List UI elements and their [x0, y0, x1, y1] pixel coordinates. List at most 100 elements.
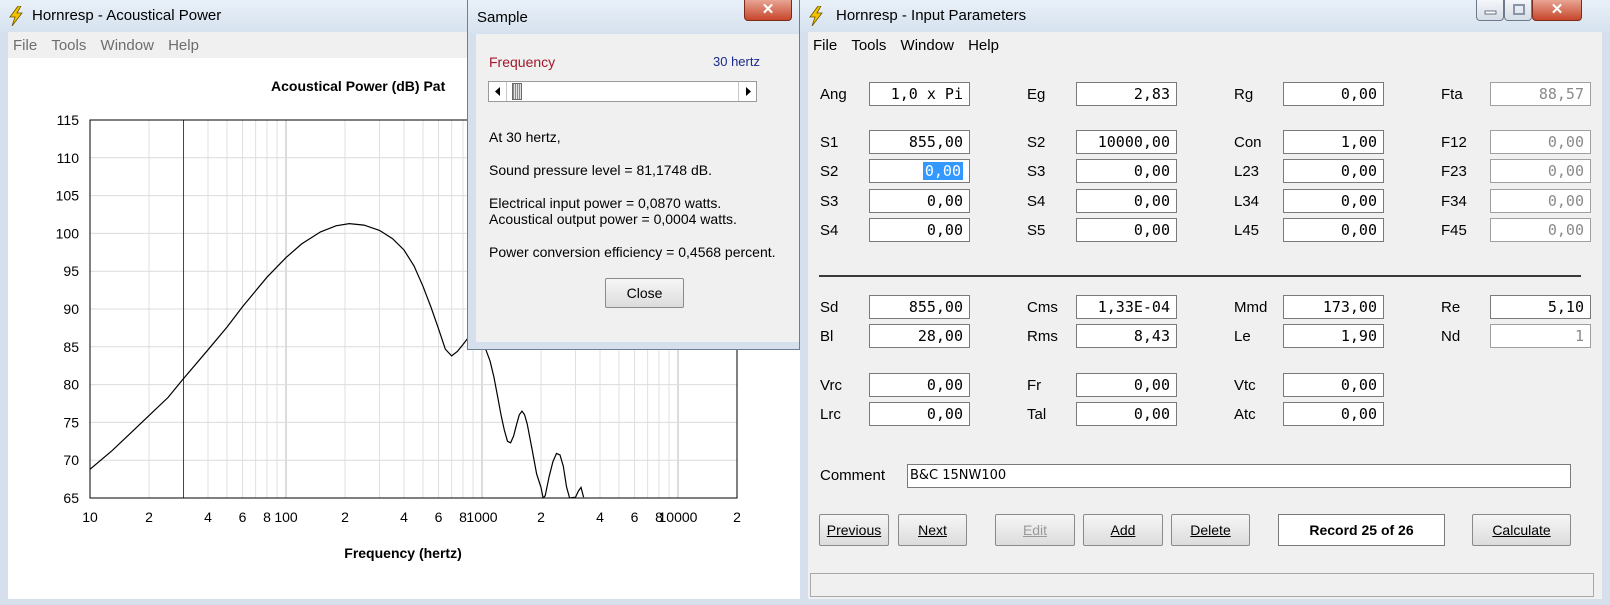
param-label-bl: Bl	[820, 328, 834, 345]
chevron-right-icon	[746, 87, 751, 96]
y-tick-label: 90	[63, 301, 79, 317]
param-field-s2[interactable]: 10000,00	[1076, 130, 1177, 154]
param-field-s3[interactable]: 0,00	[1076, 159, 1177, 183]
param-field-tal[interactable]: 0,00	[1076, 402, 1177, 426]
edit-button[interactable]: Edit	[995, 514, 1075, 546]
param-field-l34[interactable]: 0,00	[1283, 189, 1384, 213]
add-button[interactable]: Add	[1083, 514, 1163, 546]
close-icon: ✕	[761, 1, 775, 18]
param-field-re[interactable]: 5,10	[1490, 295, 1591, 319]
y-tick-label: 95	[63, 263, 79, 279]
param-field-le[interactable]: 1,90	[1283, 324, 1384, 348]
menu-help[interactable]: Help	[163, 32, 204, 54]
param-field-nd: 1	[1490, 324, 1591, 348]
param-label-s3: S3	[820, 193, 839, 210]
param-field-rms[interactable]: 8,43	[1076, 324, 1177, 348]
param-label-ang: Ang	[820, 86, 847, 103]
param-label-f23: F23	[1441, 163, 1467, 180]
y-tick-label: 105	[56, 188, 80, 204]
menu-window[interactable]: Window	[96, 32, 159, 54]
param-field-atc[interactable]: 0,00	[1283, 402, 1384, 426]
sample-titlebar[interactable]: Sample ✕	[468, 0, 799, 34]
param-value: 1,0 x Pi	[890, 85, 963, 103]
close-icon: ✕	[1550, 1, 1564, 18]
param-value: 8,43	[1133, 327, 1170, 345]
param-field-f45: 0,00	[1490, 218, 1591, 242]
param-value: 0,00	[926, 221, 963, 239]
menu-file[interactable]: File	[8, 32, 42, 54]
minimize-button[interactable]	[1476, 0, 1504, 21]
param-field-mmd[interactable]: 173,00	[1283, 295, 1384, 319]
param-field-sd[interactable]: 855,00	[869, 295, 970, 319]
menu-window[interactable]: Window	[896, 32, 959, 54]
next-label: Next	[918, 522, 947, 538]
x-tick-label: 6	[239, 509, 247, 525]
param-value: 1,00	[1340, 133, 1377, 151]
sample-close-window-button[interactable]: ✕	[744, 0, 792, 21]
close-button[interactable]: Close	[605, 278, 684, 308]
next-button[interactable]: Next	[898, 514, 967, 546]
param-field-vtc[interactable]: 0,00	[1283, 373, 1384, 397]
param-field-s4[interactable]: 0,00	[1076, 189, 1177, 213]
input-parameters-titlebar[interactable]: Hornresp - Input Parameters ✕	[800, 0, 1610, 32]
param-field-cms[interactable]: 1,33E-04	[1076, 295, 1177, 319]
param-label-rg: Rg	[1234, 86, 1254, 103]
param-field-con[interactable]: 1,00	[1283, 130, 1384, 154]
y-tick-label: 85	[63, 339, 79, 355]
previous-button[interactable]: Previous	[819, 514, 889, 546]
param-field-s5[interactable]: 0,00	[1076, 218, 1177, 242]
param-field-l45[interactable]: 0,00	[1283, 218, 1384, 242]
x-tick-label: 4	[400, 509, 408, 525]
sample-efficiency: Power conversion efficiency = 0,4568 per…	[489, 244, 776, 260]
slider-thumb[interactable]	[512, 83, 523, 100]
param-field-vrc[interactable]: 0,00	[869, 373, 970, 397]
param-value: 855,00	[908, 133, 963, 151]
comment-label: Comment	[820, 467, 886, 484]
slider-right-arrow[interactable]	[738, 82, 756, 101]
frequency-slider[interactable]	[488, 81, 757, 102]
comment-input[interactable]: B&C 15NW100	[907, 464, 1571, 488]
param-field-s4[interactable]: 0,00	[869, 218, 970, 242]
param-field-s1[interactable]: 855,00	[869, 130, 970, 154]
param-label-eg: Eg	[1027, 86, 1046, 103]
frequency-label: Frequency	[489, 54, 556, 70]
menu-help[interactable]: Help	[963, 32, 1004, 54]
param-value: 0,00	[1133, 221, 1170, 239]
param-field-l23[interactable]: 0,00	[1283, 159, 1384, 183]
menu-file[interactable]: File	[808, 32, 842, 54]
param-label-nd: Nd	[1441, 328, 1461, 345]
close-window-button[interactable]: ✕	[1532, 0, 1582, 21]
param-field-fr[interactable]: 0,00	[1076, 373, 1177, 397]
param-label-cms: Cms	[1027, 299, 1058, 316]
param-label-f34: F34	[1441, 193, 1467, 210]
param-field-rg[interactable]: 0,00	[1283, 82, 1384, 106]
sample-dialog: Sample ✕ Frequency 30 hertz At 30 hertz,…	[467, 0, 800, 350]
restore-icon	[1513, 4, 1525, 15]
param-field-s2[interactable]: 0,00	[869, 159, 970, 183]
param-label-s3: S3	[1027, 163, 1046, 180]
edit-label: Edit	[1022, 522, 1048, 538]
maximize-button[interactable]	[1504, 0, 1532, 21]
y-tick-labels: 65 70 75 80 85 90 95 100 105 110 115	[56, 112, 80, 506]
y-tick-label: 65	[63, 490, 79, 506]
param-field-fta: 88,57	[1490, 82, 1591, 106]
param-field-s3[interactable]: 0,00	[869, 189, 970, 213]
param-field-lrc[interactable]: 0,00	[869, 402, 970, 426]
menu-tools[interactable]: Tools	[846, 32, 891, 54]
delete-button[interactable]: Delete	[1171, 514, 1250, 546]
param-label-s5: S5	[1027, 222, 1046, 239]
param-field-bl[interactable]: 28,00	[869, 324, 970, 348]
param-value: 0,00	[1547, 192, 1584, 210]
param-value: 1	[1574, 327, 1584, 345]
param-value: 0,00	[1133, 376, 1170, 394]
calculate-button[interactable]: Calculate	[1472, 514, 1571, 546]
param-label-tal: Tal	[1027, 406, 1047, 423]
param-label-vrc: Vrc	[820, 377, 842, 394]
sample-title: Sample	[477, 9, 528, 26]
param-field-eg[interactable]: 2,83	[1076, 82, 1177, 106]
slider-left-arrow[interactable]	[489, 82, 507, 101]
menu-tools[interactable]: Tools	[46, 32, 91, 54]
param-label-fta: Fta	[1441, 86, 1463, 103]
param-field-ang[interactable]: 1,0 x Pi	[869, 82, 970, 106]
param-label-s4: S4	[1027, 193, 1046, 210]
